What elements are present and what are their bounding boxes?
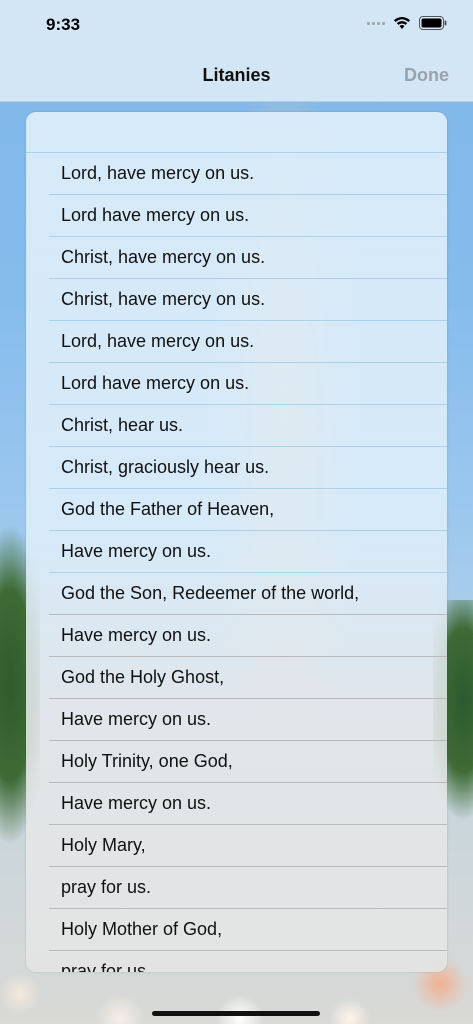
list-item[interactable]: Lord, have mercy on us. [49, 153, 447, 195]
home-indicator[interactable] [152, 1011, 320, 1016]
list-item[interactable]: Lord have mercy on us. [49, 363, 447, 405]
list-item-text: pray for us. [61, 877, 152, 897]
list-item-text: Have mercy on us. [61, 709, 212, 729]
battery-icon [419, 16, 447, 30]
list-item[interactable]: Have mercy on us. [49, 615, 447, 657]
list-item[interactable]: God the Holy Ghost, [49, 657, 447, 699]
list-item[interactable]: Holy Mother of God, [49, 909, 447, 951]
list-item-text: Christ, graciously hear us. [61, 457, 270, 477]
list-item[interactable]: Holy Trinity, one God, [49, 741, 447, 783]
list-item[interactable]: Lord, have mercy on us. [49, 321, 447, 363]
list-item[interactable]: Christ, have mercy on us. [49, 279, 447, 321]
list-item-text: Have mercy on us. [61, 541, 212, 561]
list-item[interactable]: Have mercy on us. [49, 783, 447, 825]
list-item[interactable]: Holy Mary, [49, 825, 447, 867]
list-item[interactable]: God the Son, Redeemer of the world, [49, 573, 447, 615]
list-item-text: Holy Trinity, one God, [61, 751, 233, 771]
list-item-text: Have mercy on us. [61, 793, 212, 813]
list-item[interactable]: God the Father of Heaven, [49, 489, 447, 531]
list-item[interactable]: Have mercy on us. [49, 531, 447, 573]
list-item[interactable]: pray for us. [49, 951, 447, 972]
wifi-icon [393, 16, 411, 30]
page-title: Litanies [202, 65, 271, 85]
list-item-text: pray for us. [61, 961, 152, 972]
list-item[interactable]: Christ, hear us. [49, 405, 447, 447]
navigation-bar: Litanies Done [0, 48, 473, 102]
list-item-text: Lord have mercy on us. [61, 205, 250, 225]
list-header [26, 112, 447, 153]
status-time: 9:33 [46, 15, 81, 34]
cellular-signal-icon [367, 21, 385, 25]
list-item-text: Lord, have mercy on us. [61, 163, 255, 183]
list-item-text: Lord, have mercy on us. [61, 331, 255, 351]
status-icons [367, 16, 447, 30]
list-item[interactable]: pray for us. [49, 867, 447, 909]
list-item-text: Christ, have mercy on us. [61, 247, 266, 267]
list-item-text: Lord have mercy on us. [61, 373, 250, 393]
done-button[interactable]: Done [404, 65, 449, 86]
list-item[interactable]: Lord have mercy on us. [49, 195, 447, 237]
list-item-text: God the Son, Redeemer of the world, [61, 583, 360, 603]
litany-list[interactable]: Lord, have mercy on us. Lord have mercy … [26, 153, 447, 972]
list-item-text: God the Holy Ghost, [61, 667, 225, 687]
status-bar: 9:33 [0, 0, 473, 48]
list-item[interactable]: Have mercy on us. [49, 699, 447, 741]
list-item-text: Holy Mary, [61, 835, 146, 855]
list-item-text: Have mercy on us. [61, 625, 212, 645]
list-item-text: God the Father of Heaven, [61, 499, 275, 519]
list-item-text: Holy Mother of God, [61, 919, 223, 939]
list-item-text: Christ, hear us. [61, 415, 184, 435]
list-item-text: Christ, have mercy on us. [61, 289, 266, 309]
list-item[interactable]: Christ, graciously hear us. [49, 447, 447, 489]
litany-list-panel[interactable]: Lord, have mercy on us. Lord have mercy … [26, 112, 447, 972]
list-item[interactable]: Christ, have mercy on us. [49, 237, 447, 279]
